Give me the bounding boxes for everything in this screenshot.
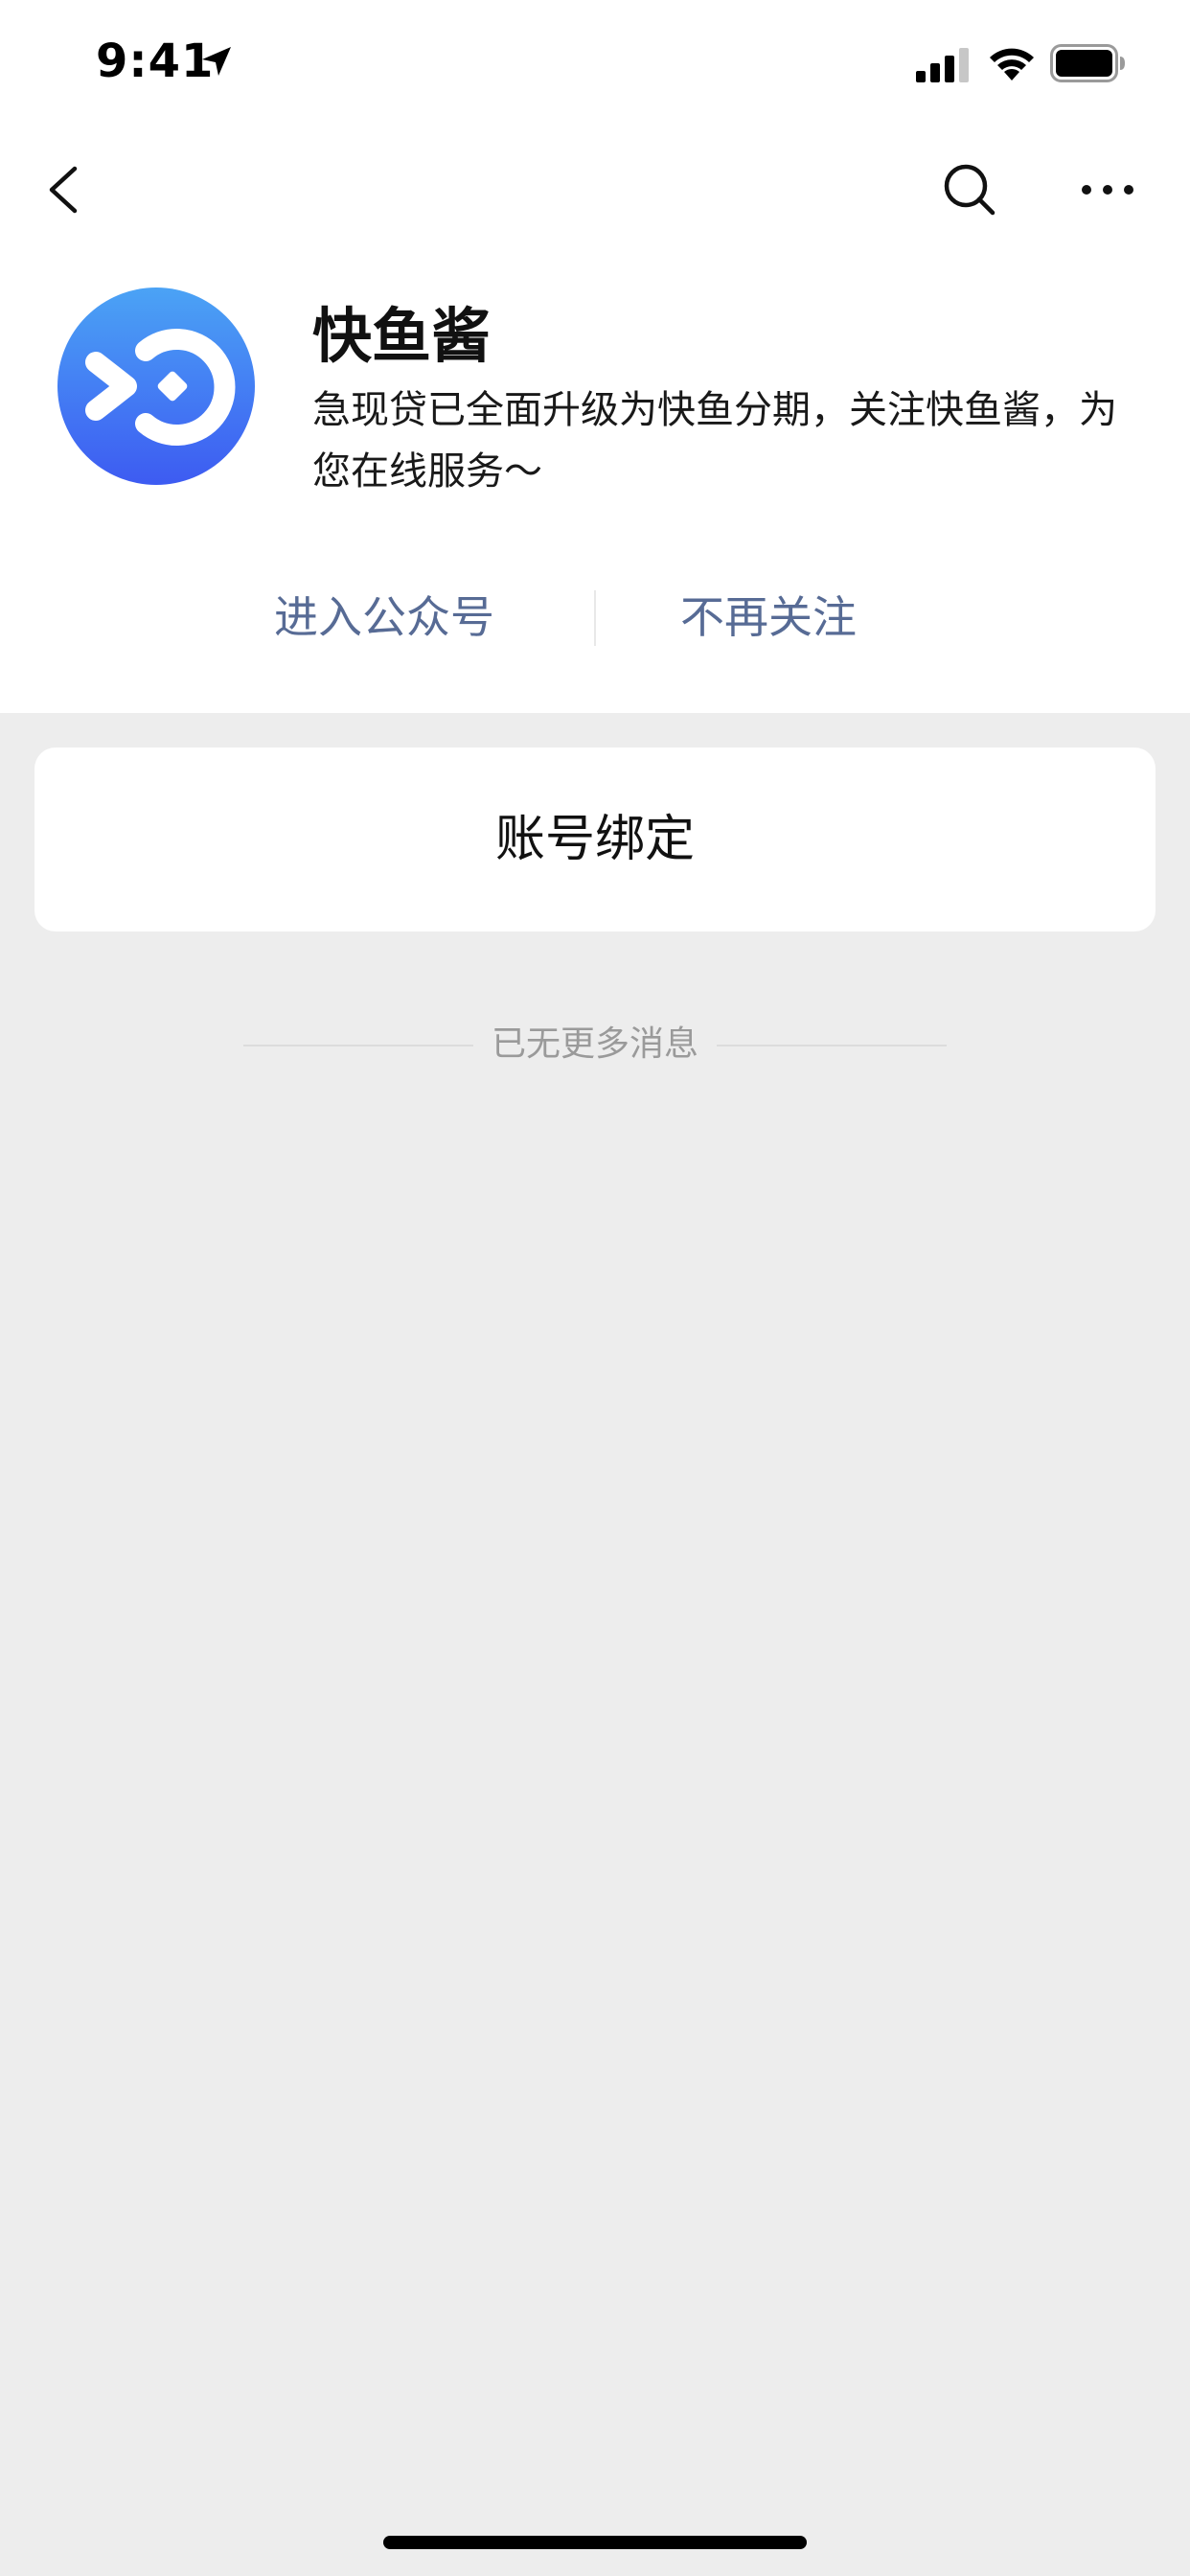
account-name: 快鱼酱 [312, 301, 492, 371]
kuaiyu-logo-icon [57, 288, 255, 485]
status-bar: 9:41 [0, 0, 1190, 126]
divider-line-right [717, 1045, 947, 1046]
cellular-signal-icon [916, 48, 969, 82]
unfollow-link[interactable]: 不再关注 [680, 569, 857, 665]
status-time: 9:41 [96, 34, 215, 88]
divider-line-left [243, 1045, 473, 1046]
battery-icon [1050, 44, 1125, 82]
back-button[interactable] [38, 161, 96, 218]
enter-official-account-link[interactable]: 进入公众号 [274, 569, 494, 665]
home-indicator[interactable] [383, 2536, 807, 2549]
action-divider [594, 590, 596, 646]
wifi-icon [990, 48, 1034, 80]
account-description: 急现贷已全面升级为快鱼分期，关注快鱼酱，为您在线服务～ [312, 388, 1117, 494]
profile-actions: 进入公众号 不再关注 [0, 569, 1190, 665]
search-button[interactable] [941, 161, 998, 218]
nav-bar [0, 126, 1190, 253]
no-more-messages: 已无更多消息 [0, 1016, 1190, 1073]
location-arrow-icon [202, 47, 231, 76]
account-profile: 快鱼酱 急现贷已全面升级为快鱼分期，关注快鱼酱，为您在线服务～ 进入公众号 不再… [0, 253, 1190, 713]
account-binding-label: 账号绑定 [494, 811, 695, 868]
more-button[interactable] [1079, 172, 1136, 207]
no-more-messages-text: 已无更多消息 [491, 1024, 698, 1064]
account-binding-card[interactable]: 账号绑定 [34, 748, 1156, 932]
